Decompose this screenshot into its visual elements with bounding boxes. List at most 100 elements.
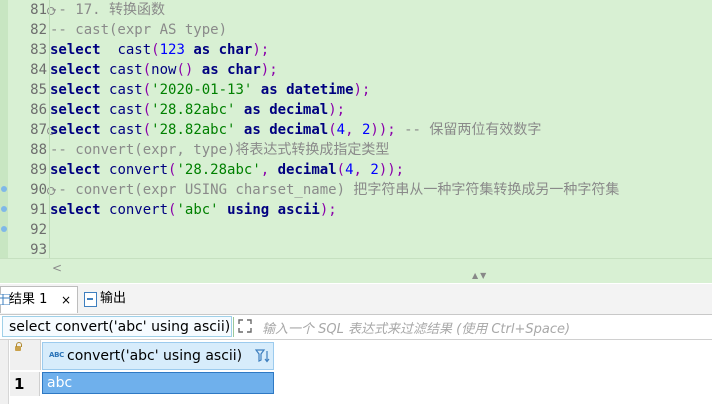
- code-token: select: [50, 42, 101, 58]
- code-token: cast: [109, 102, 143, 118]
- line-number: 92: [30, 222, 47, 238]
- code-token: as: [260, 82, 278, 98]
- code-token: (: [151, 42, 160, 58]
- result-cell[interactable]: abc: [42, 372, 274, 394]
- code-token: ));: [370, 122, 396, 138]
- code-token: now: [151, 62, 177, 78]
- code-line[interactable]: -- convert(expr, type)将表达式转换成指定类型: [50, 140, 389, 160]
- code-token: '28.82abc': [151, 102, 236, 118]
- line-number: 93: [30, 242, 47, 258]
- code-token: (): [176, 62, 194, 78]
- code-token: -- convert(expr USING charset_name) 把字符串…: [50, 182, 620, 198]
- tab-result-label: 结果 1: [9, 292, 48, 307]
- code-token: );: [328, 102, 346, 118]
- code-line[interactable]: select cast('28.82abc' as decimal(4, 2))…: [50, 120, 541, 140]
- filter-divider: [233, 317, 234, 337]
- sql-editor[interactable]: 81 82 83 84 85 86 87 88 89 90 91 92 93 -- 17. 转换函数 --…: [0, 0, 712, 258]
- tab-result-1[interactable]: 结果 1 ×: [0, 286, 78, 313]
- code-line[interactable]: -- cast(expr AS type): [50, 20, 227, 40]
- code-token: select: [50, 62, 101, 78]
- code-token: convert: [109, 202, 169, 218]
- result-grid: ABC convert('abc' using ascii) 1 abc: [0, 340, 712, 404]
- code-token: decimal: [277, 162, 337, 178]
- line-number: 81: [30, 2, 47, 18]
- code-line[interactable]: select cast('28.82abc' as decimal);: [50, 100, 345, 120]
- line-number: 84: [30, 62, 47, 78]
- code-line[interactable]: select convert('28.28abc', decimal(4, 2)…: [50, 160, 404, 180]
- code-token: '2020-01-13': [151, 82, 253, 98]
- code-token: as: [201, 62, 219, 78]
- line-number: 86: [30, 102, 47, 118]
- code-line[interactable]: select cast(now() as char);: [50, 60, 278, 80]
- code-line[interactable]: select cast('2020-01-13' as datetime);: [50, 80, 370, 100]
- code-token: select: [50, 82, 101, 98]
- code-token: decimal: [269, 122, 329, 138]
- line-number: 83: [30, 42, 47, 58]
- line-number: 89: [30, 162, 47, 178]
- code-token: as: [193, 42, 211, 58]
- code-token: (: [142, 82, 152, 98]
- lock-icon: [15, 342, 22, 351]
- code-token: char: [218, 42, 253, 58]
- code-token: 123: [159, 42, 185, 58]
- code-token: '28.28abc': [176, 162, 261, 178]
- editor-horizontal-scrollbar[interactable]: < ▲▼: [0, 258, 712, 283]
- code-line[interactable]: -- 17. 转换函数: [50, 0, 165, 20]
- filter-expression-input[interactable]: 输入一个 SQL 表达式来过滤结果 (使用 Ctrl+Space): [262, 318, 570, 337]
- code-line[interactable]: select cast(123 as char);: [50, 40, 269, 60]
- code-token: -- 保留两位有效数字: [395, 122, 542, 138]
- code-token: );: [260, 62, 278, 78]
- code-token: convert: [109, 162, 169, 178]
- panel-resize-arrows-icon[interactable]: ▲▼: [472, 271, 488, 280]
- code-token: cast: [109, 122, 143, 138]
- line-number: 85: [30, 82, 47, 98]
- code-token: );: [319, 202, 337, 218]
- code-token: (: [142, 122, 152, 138]
- code-line[interactable]: select convert('abc' using ascii);: [50, 200, 337, 220]
- code-token: decimal: [269, 102, 329, 118]
- code-token: -- cast(expr AS type): [50, 22, 228, 38]
- code-token: -- convert(expr, type)将表达式转换成指定类型: [50, 142, 390, 158]
- code-token: select: [50, 202, 101, 218]
- line-number: 82: [30, 22, 47, 38]
- result-tab-bar: 结果 1 × 输出: [0, 284, 712, 315]
- query-text-field[interactable]: select convert('abc' using ascii): [2, 316, 232, 337]
- code-token: datetime: [286, 82, 354, 98]
- code-token: '28.82abc': [151, 122, 236, 138]
- tab-output[interactable]: 输出: [80, 286, 140, 312]
- grid-corner-cell[interactable]: [10, 340, 41, 370]
- code-token: (: [142, 102, 152, 118]
- sort-filter-icon[interactable]: [255, 349, 271, 363]
- column-header[interactable]: ABC convert('abc' using ascii): [42, 342, 274, 370]
- code-token: ascii: [277, 202, 320, 218]
- code-token: );: [252, 42, 270, 58]
- code-token: char: [227, 62, 261, 78]
- code-token: (: [336, 162, 346, 178]
- grid-left-edge: [0, 340, 9, 404]
- code-token: cast: [109, 82, 143, 98]
- code-token: select: [50, 102, 101, 118]
- code-token: ,: [353, 162, 371, 178]
- code-token: 'abc': [176, 202, 219, 218]
- change-marker: [1, 226, 7, 232]
- scroll-left-icon[interactable]: <: [52, 261, 62, 275]
- text-type-icon: ABC: [49, 351, 64, 359]
- close-tab-icon[interactable]: ×: [61, 287, 71, 313]
- code-token: );: [353, 82, 371, 98]
- code-token: ,: [260, 162, 278, 178]
- expand-filter-icon[interactable]: [238, 319, 252, 333]
- code-line[interactable]: -- convert(expr USING charset_name) 把字符串…: [50, 180, 619, 200]
- row-number[interactable]: 1: [10, 372, 40, 396]
- line-number: 87: [30, 122, 47, 138]
